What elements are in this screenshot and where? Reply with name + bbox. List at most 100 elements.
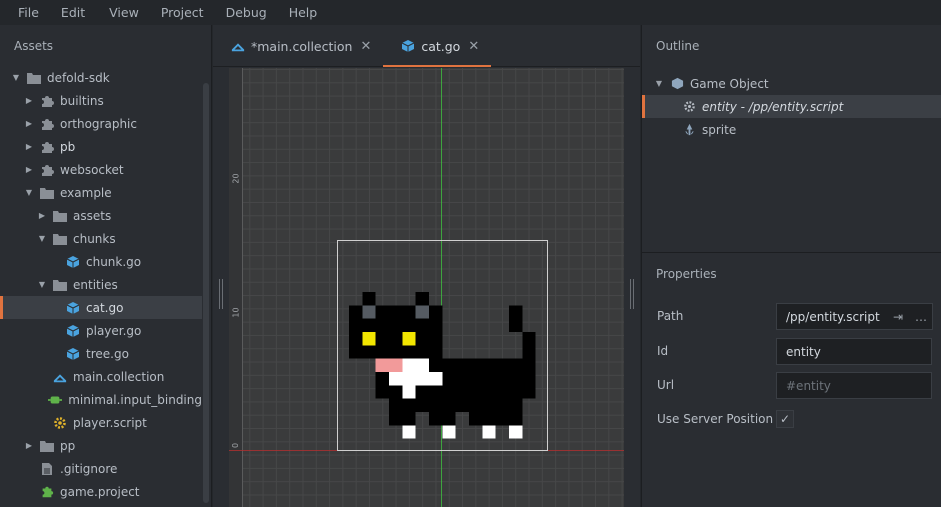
assets-title: Assets bbox=[14, 39, 54, 53]
cube-icon bbox=[66, 255, 80, 269]
caret-spacer bbox=[50, 257, 60, 267]
url-field[interactable]: #entity bbox=[776, 372, 932, 399]
use-server-position-label: Use Server Position bbox=[657, 412, 774, 426]
asset-tree-item[interactable]: chunk.go bbox=[0, 250, 202, 273]
id-field[interactable]: entity bbox=[776, 338, 932, 365]
asset-tree-item[interactable]: player.go bbox=[0, 319, 202, 342]
close-icon[interactable]: ✕ bbox=[468, 39, 479, 54]
chevron-right-icon[interactable]: ▶ bbox=[24, 96, 34, 106]
asset-tree-item[interactable]: ▶ websocket bbox=[0, 158, 202, 181]
assets-scrollbar[interactable] bbox=[203, 83, 209, 503]
checkmark-icon: ✓ bbox=[779, 412, 791, 426]
asset-tree-item[interactable]: ▼ example bbox=[0, 181, 202, 204]
close-icon[interactable]: ✕ bbox=[360, 39, 371, 54]
tab-main-collection[interactable]: *main.collection ✕ bbox=[213, 25, 383, 67]
outline-item-sprite[interactable]: sprite bbox=[642, 118, 941, 141]
chevron-right-icon[interactable]: ▶ bbox=[24, 142, 34, 152]
caret-spacer bbox=[37, 372, 47, 382]
puzzle-icon bbox=[40, 140, 54, 154]
chevron-right-icon[interactable]: ▶ bbox=[24, 119, 34, 129]
asset-tree-item[interactable]: ▼ entities bbox=[0, 273, 202, 296]
folder-icon bbox=[40, 186, 54, 200]
project-icon bbox=[40, 485, 54, 499]
left-splitter-handle[interactable] bbox=[219, 279, 225, 309]
chevron-down-icon[interactable]: ▼ bbox=[37, 280, 47, 290]
puzzle-icon bbox=[40, 94, 54, 108]
asset-tree-item[interactable]: ▶ assets bbox=[0, 204, 202, 227]
ruler-label: 20 bbox=[231, 173, 241, 184]
tab-cat-go[interactable]: cat.go ✕ bbox=[383, 25, 492, 67]
chevron-right-icon[interactable]: ▶ bbox=[37, 211, 47, 221]
menu-view[interactable]: View bbox=[109, 5, 139, 20]
asset-tree-item[interactable]: ▶ pb bbox=[0, 135, 202, 158]
asset-tree-item-label: chunk.go bbox=[86, 254, 142, 269]
caret-spacer bbox=[37, 395, 42, 405]
asset-tree-item-label: chunks bbox=[73, 231, 116, 246]
asset-tree-item-label: entities bbox=[73, 277, 118, 292]
outline-item-game-object[interactable]: ▼ Game Object bbox=[642, 72, 941, 95]
asset-tree-item[interactable]: cat.go bbox=[0, 296, 202, 319]
caret-spacer bbox=[50, 326, 60, 336]
script-gear-icon bbox=[53, 416, 67, 430]
asset-tree-item[interactable]: ▼ defold-sdk bbox=[0, 66, 202, 89]
asset-tree-item[interactable]: game.project bbox=[0, 480, 202, 503]
caret-spacer bbox=[24, 464, 34, 474]
chevron-down-icon[interactable]: ▼ bbox=[654, 79, 664, 89]
asset-tree-item[interactable]: ▶ orthographic bbox=[0, 112, 202, 135]
asset-tree-item-label: minimal.input_binding bbox=[68, 392, 202, 407]
asset-tree-item[interactable]: ▼ chunks bbox=[0, 227, 202, 250]
goto-file-icon[interactable]: ⇥ bbox=[887, 304, 909, 329]
outline-item-label: entity - /pp/entity.script bbox=[702, 99, 844, 114]
asset-tree-item-label: player.go bbox=[86, 323, 142, 338]
vertical-ruler: 20 10 0 bbox=[229, 68, 243, 507]
asset-tree-item[interactable]: main.collection bbox=[0, 365, 202, 388]
chevron-down-icon[interactable]: ▼ bbox=[37, 234, 47, 244]
chevron-down-icon[interactable]: ▼ bbox=[11, 73, 21, 83]
chevron-right-icon[interactable]: ▶ bbox=[24, 165, 34, 175]
ruler-label: 10 bbox=[231, 307, 241, 318]
menu-project[interactable]: Project bbox=[161, 5, 204, 20]
asset-tree-item[interactable]: tree.go bbox=[0, 342, 202, 365]
use-server-position-checkbox[interactable]: ✓ bbox=[776, 410, 794, 428]
asset-tree-item[interactable]: minimal.input_binding bbox=[0, 388, 202, 411]
menu-help[interactable]: Help bbox=[289, 5, 318, 20]
chevron-right-icon[interactable]: ▶ bbox=[24, 441, 34, 451]
browse-button[interactable]: … bbox=[910, 304, 932, 329]
caret-spacer bbox=[24, 487, 34, 497]
tab-label: cat.go bbox=[421, 38, 461, 54]
asset-tree-item-label: player.script bbox=[73, 415, 147, 430]
asset-tree-item[interactable]: player.script bbox=[0, 411, 202, 434]
asset-tree-item-label: cat.go bbox=[86, 300, 124, 315]
chevron-down-icon[interactable]: ▼ bbox=[24, 188, 34, 198]
folder-icon bbox=[53, 209, 67, 223]
outline-item-entity-script[interactable]: entity - /pp/entity.script bbox=[642, 95, 941, 118]
asset-tree-item[interactable]: ▶ pp bbox=[0, 434, 202, 457]
asset-tree-item[interactable]: ▶ builtins bbox=[0, 89, 202, 112]
asset-tree-item[interactable]: .gitignore bbox=[0, 457, 202, 480]
editor-area: *main.collection ✕ cat.go ✕ 20 10 0 bbox=[213, 25, 640, 507]
input-binding-icon bbox=[48, 393, 63, 407]
editor-tabs: *main.collection ✕ cat.go ✕ bbox=[213, 25, 640, 67]
path-value: /pp/entity.script bbox=[786, 309, 880, 324]
cat-sprite[interactable] bbox=[349, 292, 549, 452]
right-splitter-handle[interactable] bbox=[630, 279, 636, 309]
properties-panel: Properties Path /pp/entity.script ⇥ … Id… bbox=[641, 252, 941, 507]
folder-icon bbox=[53, 232, 67, 246]
sprite-icon bbox=[682, 123, 696, 137]
asset-tree-item-label: builtins bbox=[60, 93, 104, 108]
asset-tree-item-label: game.project bbox=[60, 484, 140, 499]
asset-tree-item-label: orthographic bbox=[60, 116, 137, 131]
menu-edit[interactable]: Edit bbox=[61, 5, 85, 20]
properties-title: Properties bbox=[656, 267, 717, 281]
gear-icon bbox=[682, 100, 696, 114]
asset-tree-item-label: example bbox=[60, 185, 112, 200]
scene-viewport[interactable]: 20 10 0 bbox=[229, 68, 624, 507]
file-icon bbox=[40, 462, 54, 476]
folder-icon bbox=[40, 439, 54, 453]
menu-file[interactable]: File bbox=[18, 5, 39, 20]
menu-debug[interactable]: Debug bbox=[226, 5, 267, 20]
folder-icon bbox=[27, 71, 41, 85]
id-value: entity bbox=[786, 344, 821, 359]
asset-tree-item-label: main.collection bbox=[73, 369, 165, 384]
id-label: Id bbox=[657, 344, 669, 358]
